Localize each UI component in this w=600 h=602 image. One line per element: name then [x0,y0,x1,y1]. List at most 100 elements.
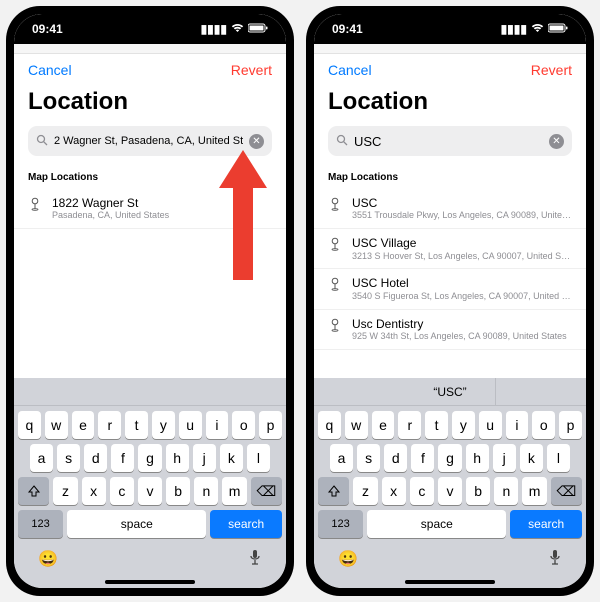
key-f[interactable]: f [111,444,134,472]
emoji-icon[interactable]: 😀 [338,549,358,572]
key-q[interactable]: q [18,411,41,439]
search-value: 2 Wagner St, Pasadena, CA, United States [54,134,243,148]
key-t[interactable]: t [125,411,148,439]
key-a[interactable]: a [330,444,353,472]
key-backspace[interactable]: ⌫ [551,477,582,505]
key-h[interactable]: h [466,444,489,472]
key-i[interactable]: i [206,411,229,439]
key-c[interactable]: c [110,477,134,505]
result-addr: 3551 Trousdale Pkwy, Los Angeles, CA 900… [352,210,572,221]
sheet-handle [314,44,586,54]
key-u[interactable]: u [479,411,502,439]
key-d[interactable]: d [84,444,107,472]
key-c[interactable]: c [410,477,434,505]
key-y[interactable]: y [152,411,175,439]
key-e[interactable]: e [72,411,95,439]
list-item[interactable]: USC Hotel3540 S Figueroa St, Los Angeles… [314,269,586,309]
key-k[interactable]: k [520,444,543,472]
key-e[interactable]: e [372,411,395,439]
key-l[interactable]: l [247,444,270,472]
key-shift[interactable] [18,477,49,505]
result-addr: 3213 S Hoover St, Los Angeles, CA 90007,… [352,251,572,262]
home-indicator[interactable] [105,580,195,584]
key-y[interactable]: y [452,411,475,439]
key-d[interactable]: d [384,444,407,472]
key-j[interactable]: j [493,444,516,472]
result-addr: Pasadena, CA, United States [52,210,272,221]
home-indicator[interactable] [405,580,495,584]
list-item[interactable]: 1822 Wagner St Pasadena, CA, United Stat… [14,189,286,229]
key-space[interactable]: space [67,510,206,538]
cancel-button[interactable]: Cancel [328,62,372,78]
revert-button[interactable]: Revert [231,62,272,78]
key-v[interactable]: v [138,477,162,505]
section-label: Map Locations [314,166,586,189]
list-item[interactable]: USC3551 Trousdale Pkwy, Los Angeles, CA … [314,189,586,229]
key-p[interactable]: p [259,411,282,439]
key-g[interactable]: g [438,444,461,472]
key-n[interactable]: n [194,477,218,505]
key-m[interactable]: m [222,477,246,505]
key-x[interactable]: x [382,477,406,505]
key-r[interactable]: r [98,411,121,439]
key-p[interactable]: p [559,411,582,439]
search-icon [336,134,348,149]
key-shift[interactable] [318,477,349,505]
key-i[interactable]: i [506,411,529,439]
key-r[interactable]: r [398,411,421,439]
notch [100,14,200,32]
key-z[interactable]: z [353,477,377,505]
pred-slot[interactable]: “USC” [405,378,496,406]
key-g[interactable]: g [138,444,161,472]
key-123[interactable]: 123 [318,510,363,538]
list-item[interactable]: Usc Dentistry925 W 34th St, Los Angeles,… [314,310,586,350]
wifi-icon [531,22,544,36]
key-s[interactable]: s [357,444,380,472]
key-search[interactable]: search [210,510,282,538]
page-title: Location [14,82,286,126]
cancel-button[interactable]: Cancel [28,62,72,78]
key-v[interactable]: v [438,477,462,505]
key-123[interactable]: 123 [18,510,63,538]
search-input[interactable]: 2 Wagner St, Pasadena, CA, United States… [28,126,272,156]
predictive-bar: “USC” [314,378,586,406]
search-value: USC [354,134,543,149]
key-o[interactable]: o [532,411,555,439]
key-search[interactable]: search [510,510,582,538]
key-b[interactable]: b [466,477,490,505]
key-z[interactable]: z [53,477,77,505]
key-space[interactable]: space [367,510,506,538]
list-item[interactable]: USC Village3213 S Hoover St, Los Angeles… [314,229,586,269]
key-a[interactable]: a [30,444,53,472]
signal-icon: ▮▮▮▮ [201,22,227,36]
clear-icon[interactable]: ✕ [249,134,264,149]
key-b[interactable]: b [166,477,190,505]
key-w[interactable]: w [45,411,68,439]
phone-right: 09:41 ▮▮▮▮ Cancel Revert Location U [306,6,594,596]
key-w[interactable]: w [345,411,368,439]
key-n[interactable]: n [494,477,518,505]
key-backspace[interactable]: ⌫ [251,477,282,505]
clear-icon[interactable]: ✕ [549,134,564,149]
key-l[interactable]: l [547,444,570,472]
search-input[interactable]: USC ✕ [328,126,572,156]
key-row: 123 space search [314,505,586,543]
key-q[interactable]: q [318,411,341,439]
key-j[interactable]: j [193,444,216,472]
mic-icon[interactable] [548,549,562,572]
key-u[interactable]: u [179,411,202,439]
mic-icon[interactable] [248,549,262,572]
key-o[interactable]: o [232,411,255,439]
key-k[interactable]: k [220,444,243,472]
key-row: a s d f g h j k l [14,439,286,472]
emoji-icon[interactable]: 😀 [38,549,58,572]
key-m[interactable]: m [522,477,546,505]
revert-button[interactable]: Revert [531,62,572,78]
keyboard-bottom: 😀 [14,543,286,578]
key-f[interactable]: f [411,444,434,472]
key-t[interactable]: t [425,411,448,439]
key-x[interactable]: x [82,477,106,505]
key-s[interactable]: s [57,444,80,472]
key-h[interactable]: h [166,444,189,472]
result-name: 1822 Wagner St [52,196,272,210]
